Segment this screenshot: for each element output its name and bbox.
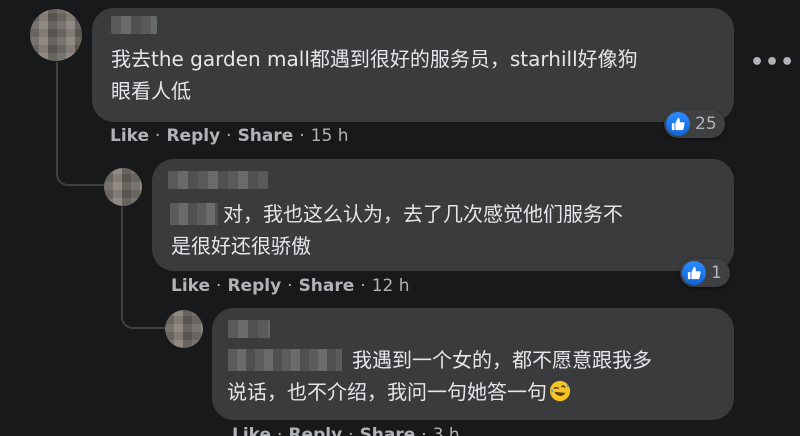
- timestamp[interactable]: 15 h: [311, 126, 349, 146]
- like-icon: [666, 112, 690, 136]
- separator-dot: ·: [360, 276, 366, 296]
- comment-actions: Like · Reply · Share · 15 h: [110, 126, 349, 146]
- avatar[interactable]: [104, 168, 142, 206]
- comment-actions: Like · Reply · Share · 12 h: [171, 276, 410, 296]
- separator-dot: ·: [421, 425, 427, 436]
- like-button[interactable]: Like: [110, 126, 149, 146]
- reply-button[interactable]: Reply: [288, 425, 342, 436]
- reply-button[interactable]: Reply: [166, 126, 220, 146]
- comment-text: 我去the garden mall都遇到很好的服务员，starhill好像狗 眼…: [111, 47, 638, 103]
- comment-text: 对，我也这么认为，去了几次感觉他们服务不 是很好还很骄傲: [171, 202, 623, 258]
- avatar[interactable]: [30, 9, 82, 61]
- separator-dot: ·: [299, 126, 305, 146]
- reaction-summary[interactable]: 1: [680, 259, 730, 287]
- separator-dot: ·: [155, 126, 161, 146]
- comment-actions: Like · Reply · Share · 3 h: [232, 425, 460, 436]
- reply-button[interactable]: Reply: [227, 276, 281, 296]
- like-button[interactable]: Like: [232, 425, 271, 436]
- separator-dot: ·: [348, 425, 354, 436]
- share-button[interactable]: Share: [238, 126, 294, 146]
- timestamp[interactable]: 12 h: [372, 276, 410, 296]
- reaction-count: 1: [711, 263, 722, 283]
- comment-thread: 我去the garden mall都遇到很好的服务员，starhill好像狗 眼…: [0, 0, 800, 436]
- commenter-name-redacted[interactable]: [111, 16, 157, 34]
- comment-text: 我遇到一个女的，都不愿意跟我多 说话，也不介绍，我问一句她答一句: [227, 344, 727, 408]
- separator-dot: ·: [226, 126, 232, 146]
- reaction-summary[interactable]: 25: [664, 110, 725, 138]
- separator-dot: ·: [216, 276, 222, 296]
- like-button[interactable]: Like: [171, 276, 210, 296]
- timestamp[interactable]: 3 h: [433, 425, 460, 436]
- share-button[interactable]: Share: [299, 276, 355, 296]
- separator-dot: ·: [277, 425, 283, 436]
- commenter-name-redacted[interactable]: [168, 171, 268, 189]
- more-options-icon[interactable]: •••: [750, 50, 795, 75]
- like-icon: [682, 261, 706, 285]
- avatar[interactable]: [165, 310, 203, 348]
- rolling-on-floor-laughing-icon: [549, 380, 571, 402]
- comment-text-content: 我遇到一个女的，都不愿意跟我多 说话，也不介绍，我问一句她答一句: [227, 348, 652, 404]
- commenter-name-redacted[interactable]: [228, 320, 270, 338]
- share-button[interactable]: Share: [360, 425, 416, 436]
- reaction-count: 25: [695, 114, 717, 134]
- separator-dot: ·: [287, 276, 293, 296]
